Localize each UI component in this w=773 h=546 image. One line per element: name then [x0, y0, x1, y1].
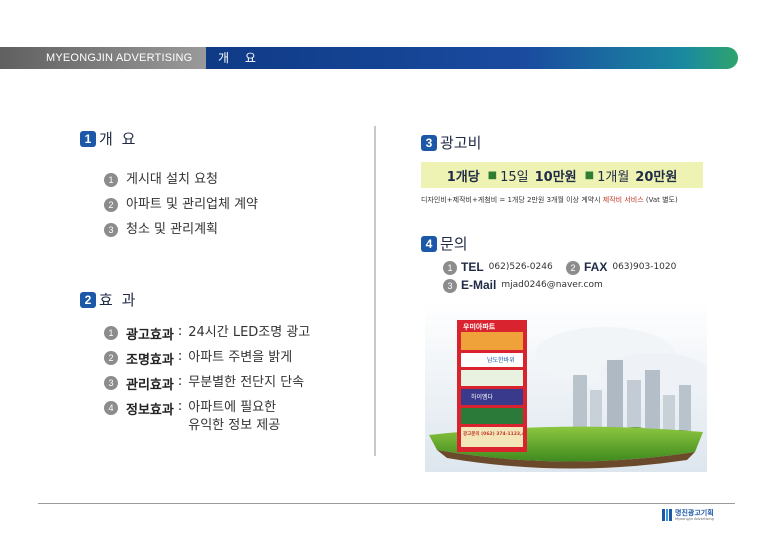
billboard-illustration: 우미아파트 남도한바위 하이멤다 광고문의 (062) 374-1123,4 [425, 300, 710, 472]
tel-value[interactable]: 062)526-0246 [489, 262, 553, 272]
list-item: 1 게시대 설치 요청 [104, 171, 258, 196]
brand-label: MYEONGJIN ADVERTISING [0, 47, 206, 69]
item-text-line2: 유익한 정보 제공 [188, 418, 281, 433]
list-item: 3 청소 및 관리계획 [104, 221, 258, 246]
sign-panel-text: 남도한바위 [487, 357, 515, 364]
list-item: 3 관리효과 : 무분별한 전단지 단속 [104, 374, 310, 399]
logo-text: 명진광고기획 [675, 508, 714, 517]
list-item: 1 광고효과 : 24시간 LED조명 광고 [104, 324, 310, 349]
price-period: 15일 [500, 169, 529, 185]
page-title: 개 요 [206, 47, 738, 69]
price-note-highlight: 제작비 서비스 [602, 196, 644, 204]
contact-fax: 2 FAX 063)903-1020 [566, 259, 676, 275]
item-text: 아파트에 필요한 [188, 400, 277, 415]
list-item: 2 조명효과 : 아파트 주변을 밝게 [104, 349, 310, 374]
item-number-icon: 2 [566, 261, 580, 275]
item-text: 무분별한 전단지 단속 [188, 375, 305, 390]
list-item: 4 정보효과 : 아파트에 필요한 유익한 정보 제공 [104, 399, 310, 439]
price-box: 1개당 ■ 15일 10만원 ■ 1개월 20만원 [421, 162, 703, 188]
price-note: 디자인비+제작비+게첨비 = 1개당 2만원 3개월 이상 계약시 제작비 서비… [421, 195, 678, 205]
fax-value[interactable]: 063)903-1020 [612, 262, 676, 272]
square-bullet-icon: ■ [487, 169, 498, 181]
logo-text-block: 명진광고기획 Myeongjin Advertising [675, 508, 714, 521]
contact-email: 3 E-Mail mjad0246@naver.com [443, 277, 603, 293]
square-bullet-icon: ■ [584, 169, 595, 181]
colon: : [177, 399, 183, 414]
item-number-icon: 1 [104, 326, 118, 340]
logo-mark-icon [662, 509, 673, 521]
item-number-icon: 4 [104, 401, 118, 415]
price-amount: 10만원 [534, 169, 577, 185]
item-text: 아파트 및 관리업체 계약 [126, 197, 258, 212]
email-value[interactable]: mjad0246@naver.com [501, 280, 602, 290]
item-label: 정보효과 [126, 403, 174, 418]
logo-subtext: Myeongjin Advertising [675, 516, 714, 521]
item-label: 관리효과 [126, 378, 174, 393]
section-number-badge: 4 [421, 235, 437, 252]
item-number-icon: 1 [443, 261, 457, 275]
colon: : [177, 374, 183, 389]
item-text: 게시대 설치 요청 [126, 172, 218, 187]
section-number-badge: 1 [80, 130, 96, 147]
sign-panel-text: 하이멤다 [471, 394, 494, 401]
item-text: 아파트 주변을 밝게 [188, 350, 293, 365]
section-number-badge: 3 [421, 134, 437, 151]
colon: : [177, 349, 183, 364]
price-note-text: 디자인비+제작비+게첨비 = 1개당 2만원 3개월 이상 계약시 [421, 196, 603, 204]
list-item: 2 아파트 및 관리업체 계약 [104, 196, 258, 221]
item-number-icon: 3 [443, 279, 457, 293]
section-overview-header: 1 개 요 [80, 128, 137, 149]
price-amount: 20만원 [635, 169, 678, 185]
vertical-divider [374, 126, 376, 456]
colon: : [177, 324, 183, 339]
item-number-icon: 3 [104, 376, 118, 390]
section-title: 광고비 [440, 134, 482, 152]
company-logo: 명진광고기획 Myeongjin Advertising [662, 509, 714, 521]
item-number-icon: 2 [104, 351, 118, 365]
section-price-header: 3 광고비 [421, 132, 481, 153]
item-label: 조명효과 [126, 353, 174, 368]
header-bar: MYEONGJIN ADVERTISING 개 요 [0, 47, 738, 69]
sign-contact-text: 광고문의 (062) 374-1123,4 [463, 432, 525, 437]
price-note-suffix: (Vat 별도) [643, 196, 678, 204]
item-number-icon: 3 [104, 223, 118, 237]
fax-label: FAX [584, 260, 608, 274]
section-effects-header: 2 효 과 [80, 289, 137, 310]
item-text: 청소 및 관리계획 [126, 222, 218, 237]
overview-list: 1 게시대 설치 요청 2 아파트 및 관리업체 계약 3 청소 및 관리계획 [104, 171, 258, 246]
contact-tel: 1 TEL 062)526-0246 [443, 259, 553, 275]
tel-label: TEL [461, 260, 484, 274]
item-text-block: 아파트에 필요한 유익한 정보 제공 [188, 399, 280, 435]
item-number-icon: 1 [104, 173, 118, 187]
item-text: 24시간 LED조명 광고 [188, 325, 311, 340]
sign-title: 우미아파트 [463, 323, 496, 331]
price-period: 1개월 [597, 169, 630, 185]
section-contact-header: 4 문의 [421, 233, 468, 254]
email-label: E-Mail [461, 278, 497, 292]
price-unit: 1개당 [446, 169, 480, 185]
section-title: 개 요 [99, 130, 138, 148]
effects-list: 1 광고효과 : 24시간 LED조명 광고 2 조명효과 : 아파트 주변을 … [104, 324, 310, 439]
section-title: 효 과 [99, 291, 138, 309]
section-title: 문의 [440, 235, 468, 253]
section-number-badge: 2 [80, 291, 96, 308]
footer-divider [38, 503, 735, 504]
item-number-icon: 2 [104, 198, 118, 212]
item-label: 광고효과 [126, 328, 174, 343]
